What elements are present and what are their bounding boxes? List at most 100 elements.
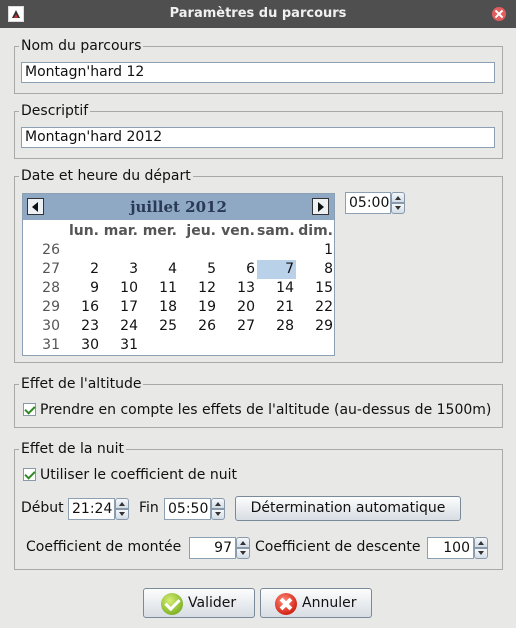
calendar-day[interactable]: 28: [257, 317, 296, 336]
name-group-title: Nom du parcours: [19, 37, 144, 55]
calendar-day[interactable]: 4: [140, 260, 179, 279]
calendar-week-row: 30 23 24 25 26 27 28 29: [23, 317, 334, 336]
calendar-day: [101, 241, 140, 260]
descent-coefficient-spinner[interactable]: 100: [427, 537, 488, 559]
calendar-week-number: 27: [42, 261, 60, 277]
calendar: juillet 2012 lun. mar. mer. jeu. ven. sam. dim…: [22, 193, 335, 356]
calendar-day[interactable]: 13: [218, 279, 257, 298]
night-start-label: Début: [21, 500, 64, 516]
calendar-day[interactable]: 21: [257, 298, 296, 317]
calendar-day[interactable]: 19: [179, 298, 218, 317]
calendar-day: [179, 241, 218, 260]
calendar-day[interactable]: 16: [62, 298, 101, 317]
calendar-day: [140, 336, 179, 355]
next-month-button[interactable]: [312, 198, 329, 215]
calendar-day-name: dim.: [298, 223, 333, 239]
description-field[interactable]: Montagn'hard 2012: [21, 127, 495, 148]
altitude-checkbox[interactable]: [23, 403, 36, 416]
calendar-day[interactable]: 17: [101, 298, 140, 317]
calendar-week-number: 31: [42, 337, 60, 353]
calendar-day[interactable]: 23: [62, 317, 101, 336]
calendar-week-number: 30: [42, 318, 60, 334]
calendar-day[interactable]: 2: [62, 260, 101, 279]
calendar-day[interactable]: 14: [257, 279, 296, 298]
calendar-day[interactable]: 24: [101, 317, 140, 336]
calendar-day[interactable]: 8: [296, 260, 335, 279]
calendar-day-name: sam.: [257, 223, 295, 239]
climb-coefficient-label: Coefficient de montée: [26, 539, 182, 555]
calendar-day-names-row: lun. mar. mer. jeu. ven. sam. dim.: [23, 222, 334, 241]
calendar-day[interactable]: 3: [101, 260, 140, 279]
calendar-day[interactable]: 22: [296, 298, 335, 317]
calendar-header: juillet 2012: [23, 194, 334, 220]
calendar-day-name: mar.: [103, 223, 138, 239]
calendar-day-selected[interactable]: 7: [257, 260, 296, 279]
departure-time-down-button[interactable]: [391, 203, 405, 214]
climb-coefficient-spinner[interactable]: 97: [189, 537, 250, 559]
calendar-day[interactable]: 11: [140, 279, 179, 298]
night-start-down-button[interactable]: [115, 509, 129, 520]
calendar-day[interactable]: 29: [296, 317, 335, 336]
descent-coefficient-up-button[interactable]: [474, 537, 488, 548]
night-end-spinner[interactable]: 05:50: [164, 498, 225, 520]
departure-group-title: Date et heure du départ: [19, 167, 193, 185]
check-icon: [161, 593, 183, 615]
night-end-down-button[interactable]: [211, 509, 225, 520]
validate-button[interactable]: Valider: [143, 588, 255, 618]
calendar-grid: lun. mar. mer. jeu. ven. sam. dim. 26 1 27 2 3 4 5 6 7 8…: [23, 222, 334, 355]
night-checkbox-label[interactable]: Utiliser le coefficient de nuit: [40, 466, 237, 484]
calendar-day: [218, 241, 257, 260]
window-title: Paramètres du parcours: [169, 6, 347, 21]
night-end-field[interactable]: 05:50: [164, 498, 211, 520]
description-group-title: Descriptif: [19, 102, 91, 120]
calendar-day[interactable]: 12: [179, 279, 218, 298]
calendar-week-row: 26 1: [23, 241, 334, 260]
calendar-day-name: jeu.: [186, 223, 216, 239]
departure-time-up-button[interactable]: [391, 192, 405, 203]
altitude-group-title: Effet de l'altitude: [19, 375, 144, 393]
climb-coefficient-field[interactable]: 97: [189, 537, 236, 559]
calendar-day-name: ven.: [221, 223, 255, 239]
calendar-day[interactable]: 26: [179, 317, 218, 336]
calendar-day[interactable]: 9: [62, 279, 101, 298]
calendar-day: [218, 336, 257, 355]
calendar-day[interactable]: 27: [218, 317, 257, 336]
calendar-day: [257, 336, 296, 355]
altitude-checkbox-label[interactable]: Prendre en compte les effets de l'altitu…: [40, 401, 491, 419]
calendar-week-number: 29: [42, 299, 60, 315]
night-end-up-button[interactable]: [211, 498, 225, 509]
auto-determination-label: Détermination automatique: [250, 500, 446, 516]
route-name-field[interactable]: Montagn'hard 12: [21, 62, 495, 83]
calendar-day[interactable]: 15: [296, 279, 335, 298]
calendar-day-name: mer.: [142, 223, 177, 239]
auto-determination-button[interactable]: Détermination automatique: [235, 496, 461, 521]
descent-coefficient-field[interactable]: 100: [427, 537, 474, 559]
night-start-spinner[interactable]: 21:24: [68, 498, 129, 520]
calendar-day[interactable]: 10: [101, 279, 140, 298]
night-start-up-button[interactable]: [115, 498, 129, 509]
calendar-day[interactable]: 20: [218, 298, 257, 317]
calendar-day: [296, 336, 335, 355]
night-group-title: Effet de la nuit: [19, 440, 127, 458]
calendar-day[interactable]: 6: [218, 260, 257, 279]
descent-coefficient-down-button[interactable]: [474, 548, 488, 559]
calendar-day[interactable]: 1: [296, 241, 335, 260]
departure-time-spinner[interactable]: 05:00: [345, 192, 405, 214]
night-checkbox[interactable]: [23, 468, 36, 481]
climb-coefficient-down-button[interactable]: [236, 548, 250, 559]
calendar-day: [140, 241, 179, 260]
departure-time-field[interactable]: 05:00: [345, 192, 391, 214]
climb-coefficient-up-button[interactable]: [236, 537, 250, 548]
calendar-day[interactable]: 5: [179, 260, 218, 279]
calendar-day[interactable]: 18: [140, 298, 179, 317]
calendar-day: [179, 336, 218, 355]
calendar-day[interactable]: 30: [62, 336, 101, 355]
night-start-field[interactable]: 21:24: [68, 498, 115, 520]
cancel-button[interactable]: Annuler: [260, 588, 372, 618]
calendar-day[interactable]: 25: [140, 317, 179, 336]
calendar-week-row: 29 16 17 18 19 20 21 22: [23, 298, 334, 317]
descent-coefficient-label: Coefficient de descente: [255, 539, 421, 555]
calendar-week-row: 27 2 3 4 5 6 7 8: [23, 260, 334, 279]
close-icon[interactable]: [492, 7, 506, 21]
calendar-day[interactable]: 31: [101, 336, 140, 355]
